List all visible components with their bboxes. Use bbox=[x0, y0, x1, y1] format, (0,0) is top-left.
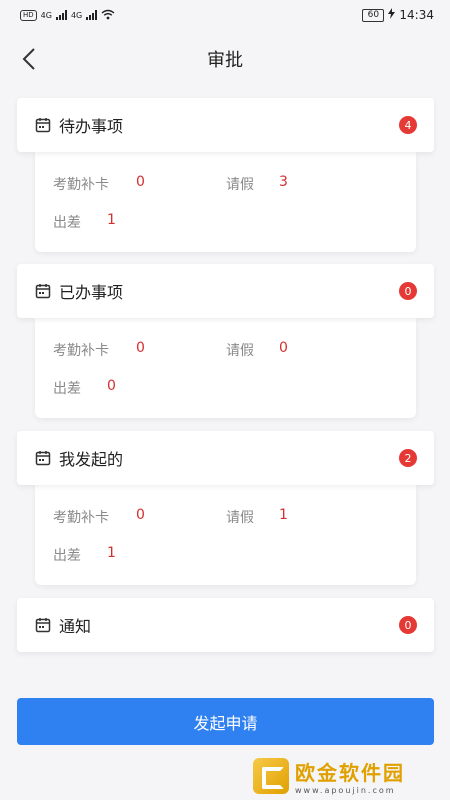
status-right: 60 14:34 bbox=[362, 8, 434, 22]
calendar-icon bbox=[35, 450, 51, 466]
count-badge: 0 bbox=[399, 616, 417, 634]
section-done[interactable]: 已办事项 0 bbox=[17, 264, 434, 318]
watermark-url: www.apoujin.com bbox=[295, 786, 396, 795]
charging-icon bbox=[388, 8, 396, 22]
stat-label: 请假 bbox=[226, 510, 254, 526]
watermark-text: 欧金软件园 www.apoujin.com bbox=[295, 757, 405, 795]
stat-leave[interactable]: 请假 1 bbox=[226, 507, 288, 527]
network-type-2: 4G bbox=[70, 10, 83, 20]
nav-bar: 审批 bbox=[0, 30, 450, 88]
stat-label: 考勤补卡 bbox=[53, 343, 109, 359]
section-title: 通知 bbox=[59, 617, 92, 636]
stat-leave[interactable]: 请假 3 bbox=[226, 174, 288, 194]
stat-value: 1 bbox=[107, 545, 116, 561]
hd-indicator: HD bbox=[20, 9, 37, 21]
stat-trip[interactable]: 出差 1 bbox=[53, 212, 116, 232]
count-badge: 0 bbox=[399, 282, 417, 300]
back-button[interactable] bbox=[16, 46, 42, 72]
status-bar: HD 4G 4G 60 14:34 bbox=[0, 0, 450, 30]
calendar-icon bbox=[35, 283, 51, 299]
stat-label: 请假 bbox=[226, 177, 254, 193]
stat-attendance[interactable]: 考勤补卡 0 bbox=[53, 340, 145, 360]
submit-application-button[interactable]: 发起申请 bbox=[17, 698, 434, 745]
watermark-name: 欧金软件园 bbox=[295, 761, 405, 785]
count-badge: 4 bbox=[399, 116, 417, 134]
section-pending-body: 考勤补卡 0 请假 3 出差 1 bbox=[35, 152, 416, 252]
calendar-icon bbox=[35, 117, 51, 133]
page-title: 审批 bbox=[207, 50, 243, 71]
watermark: 欧金软件园 www.apoujin.com bbox=[253, 752, 450, 800]
stat-leave[interactable]: 请假 0 bbox=[226, 340, 288, 360]
section-notice[interactable]: 通知 0 bbox=[17, 598, 434, 652]
stat-label: 考勤补卡 bbox=[53, 510, 109, 526]
stat-attendance[interactable]: 考勤补卡 0 bbox=[53, 507, 145, 527]
chevron-left-icon bbox=[22, 48, 35, 70]
signal-icon bbox=[86, 10, 98, 20]
stat-value: 0 bbox=[279, 340, 288, 356]
section-initiated[interactable]: 我发起的 2 bbox=[17, 431, 434, 485]
section-done-body: 考勤补卡 0 请假 0 出差 0 bbox=[35, 318, 416, 418]
section-initiated-body: 考勤补卡 0 请假 1 出差 1 bbox=[35, 485, 416, 585]
section-title: 已办事项 bbox=[59, 283, 124, 302]
stat-value: 0 bbox=[107, 378, 116, 394]
stat-trip[interactable]: 出差 1 bbox=[53, 545, 116, 565]
battery-icon: 60 bbox=[362, 8, 385, 22]
stat-label: 出差 bbox=[53, 381, 81, 397]
watermark-logo-icon bbox=[253, 758, 289, 794]
stat-value: 0 bbox=[136, 174, 145, 190]
section-title: 待办事项 bbox=[59, 117, 124, 136]
stat-value: 1 bbox=[107, 212, 116, 228]
stat-value: 0 bbox=[136, 507, 145, 523]
stat-attendance[interactable]: 考勤补卡 0 bbox=[53, 174, 145, 194]
signal-icon bbox=[55, 10, 67, 20]
count-badge: 2 bbox=[399, 449, 417, 467]
stat-trip[interactable]: 出差 0 bbox=[53, 378, 116, 398]
stat-label: 考勤补卡 bbox=[53, 177, 109, 193]
stat-value: 0 bbox=[136, 340, 145, 356]
section-title: 我发起的 bbox=[59, 450, 124, 469]
stat-label: 出差 bbox=[53, 215, 81, 231]
clock: 14:34 bbox=[399, 8, 434, 22]
stat-value: 3 bbox=[279, 174, 288, 190]
section-pending[interactable]: 待办事项 4 bbox=[17, 98, 434, 152]
wifi-icon bbox=[101, 9, 115, 22]
status-left: HD 4G 4G bbox=[20, 9, 115, 22]
network-type-1: 4G bbox=[40, 10, 52, 20]
stat-value: 1 bbox=[279, 507, 288, 523]
calendar-icon bbox=[35, 617, 51, 633]
stat-label: 请假 bbox=[226, 343, 254, 359]
stat-label: 出差 bbox=[53, 548, 81, 564]
